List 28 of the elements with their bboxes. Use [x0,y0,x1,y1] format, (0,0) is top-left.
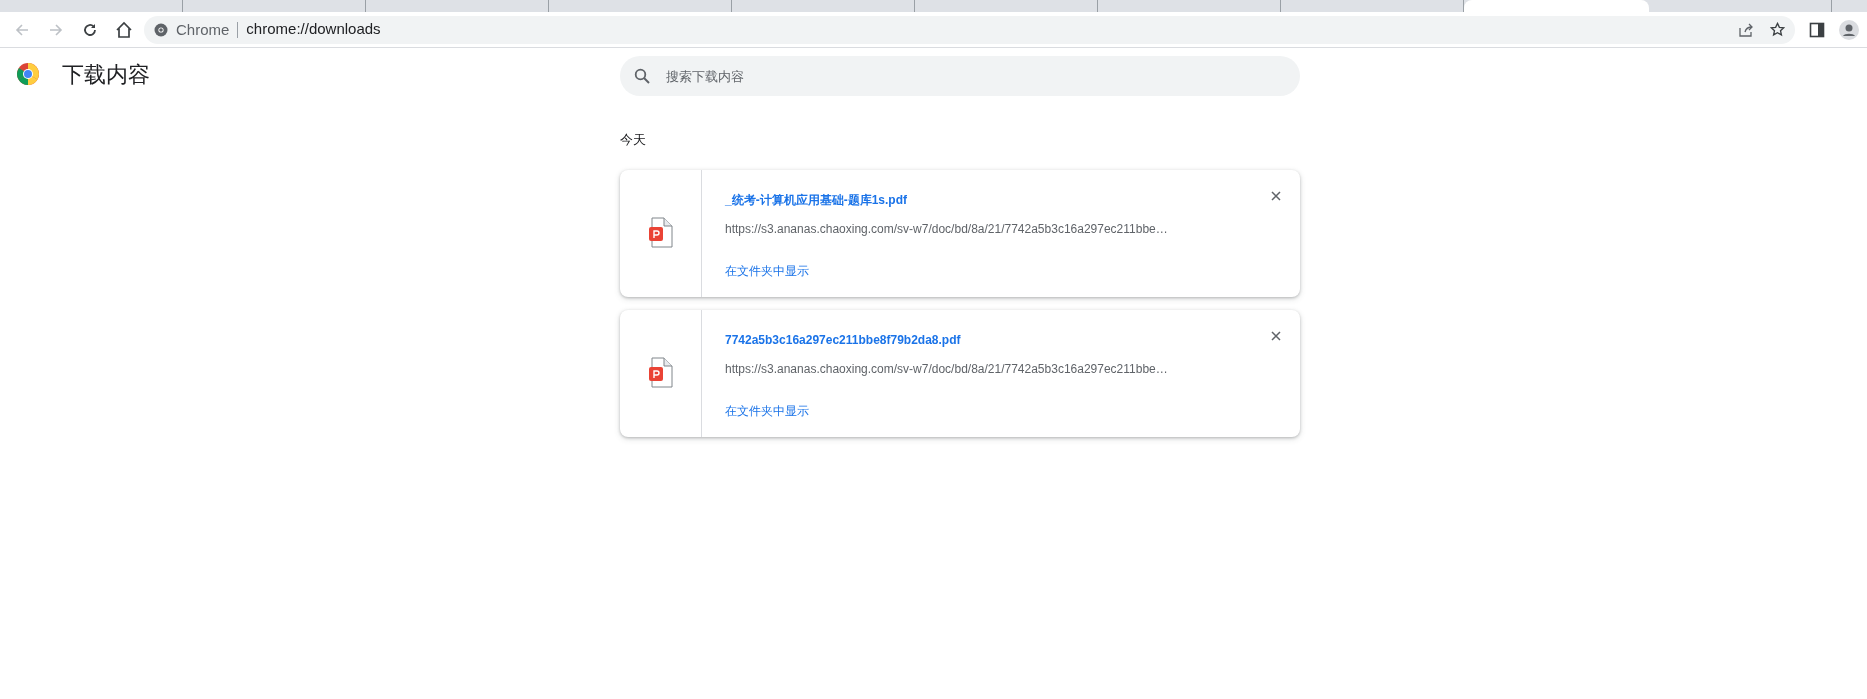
share-icon[interactable] [1739,22,1754,37]
chrome-icon [154,22,168,37]
source-url: https://s3.ananas.chaoxing.com/sv-w7/doc/bd/8a/21/7742a5b3c16a297ec211bbe… [725,220,1169,238]
forward-arrow-icon [48,21,64,38]
show-in-folder-link[interactable]: 在文件夹中显示 [725,261,809,280]
file-name-link[interactable]: _统考-计算机应用基础-题库1s.pdf [725,192,907,207]
pdf-file-icon [647,217,674,249]
reload-icon [82,21,98,38]
search-field[interactable]: 搜索下载内容 [620,56,1300,96]
home-icon [115,20,133,39]
url-text: chrome://downloads [246,19,381,40]
close-icon [1271,330,1281,341]
file-name-link[interactable]: 7742a5b3c16a297ec211bbe8f79b2da8.pdf [725,332,961,347]
site-label: Chrome [176,21,239,38]
page-title: 下载内容 [62,60,150,89]
address-bar[interactable]: Chrome chrome://downloads [144,15,1795,44]
show-in-folder-link[interactable]: 在文件夹中显示 [725,401,809,420]
back-arrow-icon [14,21,30,38]
search-icon [634,68,650,84]
side-panel-icon[interactable] [1809,21,1825,38]
pdf-file-icon [647,357,674,389]
close-icon [1271,190,1281,201]
source-url: https://s3.ananas.chaoxing.com/sv-w7/doc/bd/8a/21/7742a5b3c16a297ec211bbe… [725,360,1169,378]
star-icon[interactable] [1770,22,1785,37]
date-heading: 今天 [620,131,647,149]
chrome-logo-icon [16,62,40,86]
profile-icon[interactable] [1839,19,1859,40]
browser-tab[interactable] [1464,0,1649,12]
